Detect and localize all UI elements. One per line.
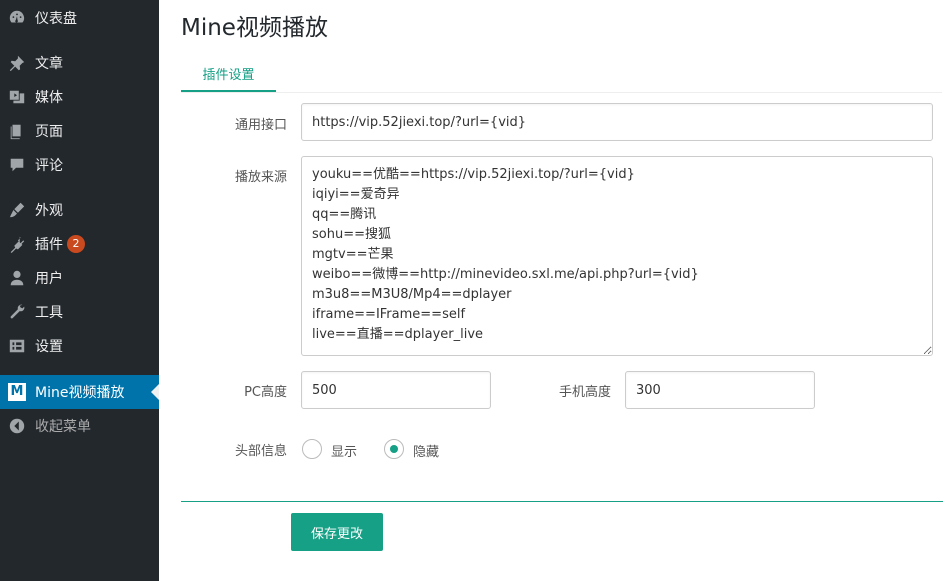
sidebar-item-label: 设置 bbox=[35, 339, 63, 355]
page-title: Mine视频播放 bbox=[181, 15, 328, 41]
brush-icon bbox=[8, 201, 26, 219]
sidebar-item-label: 文章 bbox=[35, 56, 63, 72]
admin-sidebar: 仪表盘 文章 媒体 页面 评论 外观 插件 2 用户 工具 设置 M Mine视… bbox=[0, 0, 159, 581]
api-url-input[interactable] bbox=[301, 103, 933, 141]
dashboard-icon bbox=[8, 9, 26, 27]
tab-divider bbox=[181, 92, 942, 93]
user-icon bbox=[8, 269, 26, 287]
sidebar-item-label: 用户 bbox=[35, 271, 63, 287]
sidebar-item-appearance[interactable]: 外观 bbox=[0, 193, 159, 227]
source-line: iframe==IFrame==self bbox=[312, 307, 466, 322]
update-count-badge: 2 bbox=[67, 235, 85, 253]
sidebar-item-dashboard[interactable]: 仪表盘 bbox=[0, 1, 159, 35]
pin-icon bbox=[8, 54, 26, 72]
m-logo-icon: M bbox=[8, 383, 26, 401]
mobile-height-input[interactable] bbox=[625, 371, 815, 409]
form-divider bbox=[181, 501, 943, 502]
sidebar-item-media[interactable]: 媒体 bbox=[0, 80, 159, 114]
comment-icon bbox=[8, 156, 26, 174]
sidebar-item-label: 仪表盘 bbox=[35, 11, 77, 27]
tab-plugin-settings[interactable]: 插件设置 bbox=[181, 56, 276, 92]
source-line: weibo==微博==http://minevideo.sxl.me/api.p… bbox=[312, 267, 699, 282]
sidebar-item-label: Mine视频播放 bbox=[35, 385, 125, 401]
sidebar-item-tools[interactable]: 工具 bbox=[0, 295, 159, 329]
source-line: youku==优酷==https://vip.52jiexi.top/?url=… bbox=[312, 167, 635, 182]
main-content: Mine视频播放 插件设置 通用接口 播放来源 youku==优酷==https… bbox=[159, 0, 952, 581]
page-icon bbox=[8, 122, 26, 140]
sidebar-item-posts[interactable]: 文章 bbox=[0, 46, 159, 80]
sidebar-item-comments[interactable]: 评论 bbox=[0, 148, 159, 182]
header-hide-radio[interactable] bbox=[384, 439, 404, 459]
source-line: mgtv==芒果 bbox=[312, 247, 394, 262]
collapse-icon bbox=[8, 417, 26, 435]
header-show-label[interactable]: 显示 bbox=[331, 441, 357, 460]
source-line: qq==腾讯 bbox=[312, 207, 377, 222]
header-show-radio[interactable] bbox=[302, 439, 322, 459]
settings-icon bbox=[8, 337, 26, 355]
sidebar-item-label: 外观 bbox=[35, 203, 63, 219]
api-label: 通用接口 bbox=[234, 118, 287, 133]
mobile-height-label: 手机高度 bbox=[558, 385, 611, 400]
media-icon bbox=[8, 88, 26, 106]
sidebar-item-pages[interactable]: 页面 bbox=[0, 114, 159, 148]
source-line: sohu==搜狐 bbox=[312, 227, 391, 242]
sidebar-item-label: 页面 bbox=[35, 124, 63, 140]
sidebar-item-label: 媒体 bbox=[35, 90, 63, 106]
wrench-icon bbox=[8, 303, 26, 321]
save-changes-button[interactable]: 保存更改 bbox=[291, 513, 383, 551]
source-line: iqiyi==爱奇异 bbox=[312, 187, 400, 202]
sidebar-item-users[interactable]: 用户 bbox=[0, 261, 159, 295]
sidebar-item-label: 收起菜单 bbox=[35, 419, 91, 435]
sidebar-item-mine-video[interactable]: M Mine视频播放 bbox=[0, 375, 159, 409]
sidebar-item-settings[interactable]: 设置 bbox=[0, 329, 159, 363]
source-line: live==直播==dplayer_live bbox=[312, 327, 484, 342]
sidebar-item-plugins[interactable]: 插件 2 bbox=[0, 227, 159, 261]
header-hide-label[interactable]: 隐藏 bbox=[413, 441, 439, 460]
header-info-label: 头部信息 bbox=[234, 444, 287, 459]
collapse-menu-button[interactable]: 收起菜单 bbox=[0, 409, 159, 443]
sources-label: 播放来源 bbox=[234, 170, 287, 185]
source-line: m3u8==M3U8/Mp4==dplayer bbox=[312, 287, 512, 302]
plugin-icon bbox=[8, 235, 26, 253]
sidebar-item-label: 工具 bbox=[35, 305, 63, 321]
sidebar-item-label: 插件 bbox=[35, 237, 63, 253]
sources-textarea[interactable]: youku==优酷==https://vip.52jiexi.top/?url=… bbox=[301, 156, 933, 356]
pc-height-label: PC高度 bbox=[244, 385, 287, 400]
sidebar-item-label: 评论 bbox=[35, 158, 63, 174]
pc-height-input[interactable] bbox=[301, 371, 491, 409]
